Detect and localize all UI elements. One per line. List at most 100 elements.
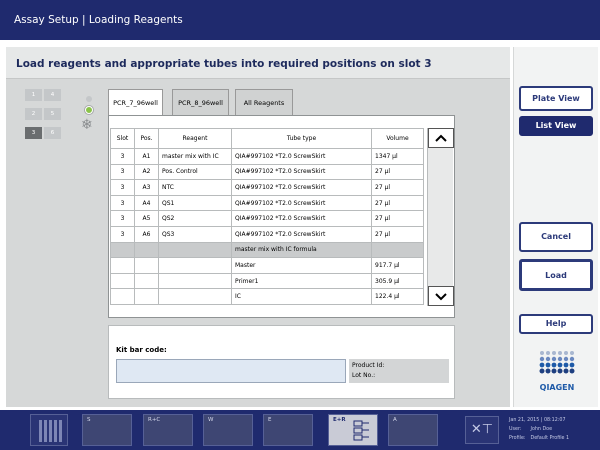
cell-tube-type: QIA#997102 *T2.0 ScrewSkirt (231, 225, 372, 243)
cell-tube-type: QIA#997102 *T2.0 ScrewSkirt (231, 163, 372, 181)
cell-reagent: QS1 (158, 194, 232, 212)
slot-tile-active[interactable]: 3 (25, 127, 42, 139)
formula-volume: 305.9 µl (371, 272, 424, 290)
cell-reagent: master mix with IC (158, 148, 232, 165)
qiagen-dots-icon (539, 351, 575, 374)
cell-pos: A6 (134, 225, 159, 243)
page-heading: Load reagents and appropriate tubes into… (6, 47, 510, 79)
drawer-slot-s[interactable]: S (82, 414, 132, 446)
cell-reagent: NTC (158, 179, 232, 196)
cell-slot: 3 (110, 179, 135, 196)
tab-all-reagents[interactable]: All Reagents (235, 89, 293, 115)
cell-pos: A3 (134, 179, 159, 196)
plate-view-button[interactable]: Plate View (519, 86, 593, 111)
load-button[interactable]: Load (519, 259, 593, 291)
cell-pos: A5 (134, 210, 159, 227)
cell-tube-type: QIA#997102 *T2.0 ScrewSkirt (231, 179, 372, 196)
table-row[interactable]: 3 A2 Pos. Control QIA#997102 *T2.0 Screw… (110, 163, 424, 181)
cell-volume: 27 µl (371, 225, 424, 243)
cell-volume: 27 µl (371, 194, 424, 212)
formula-row: Master 917.7 µl (110, 257, 424, 274)
qiagen-logo: QIAGEN (534, 349, 580, 392)
reagent-table: Slot Pos. Reagent Tube type Volume 3 A1 … (110, 128, 424, 305)
table-row[interactable]: 3 A1 master mix with IC QIA#997102 *T2.0… (110, 148, 424, 165)
drawer-slot-e-r-label: E+R (333, 417, 346, 423)
snowflake-icon: ❄ (81, 117, 93, 133)
chevron-down-icon (435, 293, 447, 301)
table-scrollbar[interactable] (427, 128, 454, 306)
scroll-down-button[interactable] (428, 286, 454, 306)
scroll-up-button[interactable] (428, 128, 454, 148)
slot-tile[interactable]: 1 (25, 89, 42, 101)
column-header-reagent: Reagent (158, 128, 232, 149)
slot-tile[interactable]: 5 (44, 108, 61, 120)
help-button[interactable]: Help (519, 314, 593, 334)
kit-barcode-input[interactable] (116, 359, 346, 383)
cell-reagent: Pos. Control (158, 163, 232, 181)
slot-tile[interactable]: 4 (44, 89, 61, 101)
formula-volume: 122.4 µl (371, 288, 424, 305)
column-header-tube-type: Tube type (231, 128, 372, 149)
cell-reagent: QS3 (158, 225, 232, 243)
window-title: Assay Setup | Loading Reagents (14, 14, 183, 26)
drawer-slot-e[interactable]: E (263, 414, 313, 446)
formula-row: IC 122.4 µl (110, 288, 424, 305)
cell-pos: A2 (134, 163, 159, 181)
reagent-table-panel: Slot Pos. Reagent Tube type Volume 3 A1 … (108, 115, 455, 318)
menu-icon[interactable] (30, 414, 68, 446)
table-row[interactable]: 3 A6 QS3 QIA#997102 *T2.0 ScrewSkirt 27 … (110, 225, 424, 243)
cell-pos: A4 (134, 194, 159, 212)
status-info: Jan 21, 2015 | 08:12:07 User: John Doe P… (509, 416, 569, 443)
tab-pcr-8-96well[interactable]: PCR_8_96well (172, 89, 229, 115)
slot-tile[interactable]: 6 (44, 127, 61, 139)
list-view-button[interactable]: List View (519, 116, 593, 136)
cell-volume: 27 µl (371, 163, 424, 181)
title-bar: Assay Setup | Loading Reagents (0, 0, 600, 40)
bottom-status-bar: S R+C W E E+R A ✕⊤ Jan 21, 2015 | 08:12:… (0, 410, 600, 450)
table-row[interactable]: 3 A5 QS2 QIA#997102 *T2.0 ScrewSkirt 27 … (110, 210, 424, 227)
cell-slot: 3 (110, 163, 135, 181)
tools-icon: ✕⊤ (470, 422, 494, 437)
cell-tube-type: QIA#997102 *T2.0 ScrewSkirt (231, 148, 372, 165)
rack-icon (353, 420, 369, 441)
formula-header: master mix with IC formula (231, 241, 372, 259)
status-profile-line: Profile: Default Profile 1 (509, 436, 570, 441)
formula-component: IC (231, 288, 372, 305)
product-info-box: Product Id: Lot No.: (349, 359, 449, 383)
status-user-line: User: John Doe (509, 427, 553, 432)
slot-tile[interactable]: 2 (25, 108, 42, 120)
drawer-slot-r-c[interactable]: R+C (143, 414, 193, 446)
kit-barcode-panel: Kit bar code: Product Id: Lot No.: (108, 325, 455, 399)
kit-barcode-label: Kit bar code: (116, 346, 167, 354)
lot-no-label: Lot No.: (352, 372, 376, 379)
table-row[interactable]: 3 A4 QS1 QIA#997102 *T2.0 ScrewSkirt 27 … (110, 194, 424, 212)
formula-component: Master (231, 257, 372, 274)
column-header-volume: Volume (371, 128, 424, 149)
status-date: Jan 21, 2015 | 08:12:07 (509, 418, 566, 423)
chevron-up-icon (435, 134, 447, 142)
product-id-label: Product Id: (352, 362, 385, 369)
cell-slot: 3 (110, 148, 135, 165)
cell-pos: A1 (134, 148, 159, 165)
status-dot-green (85, 106, 93, 114)
formula-row: Primer1 305.9 µl (110, 272, 424, 290)
tab-pcr-7-96well[interactable]: PCR_7_96well (108, 89, 163, 115)
drawer-slot-a[interactable]: A (388, 414, 438, 446)
column-header-slot: Slot (110, 128, 135, 149)
cell-volume: 27 µl (371, 179, 424, 196)
formula-component: Primer1 (231, 272, 372, 290)
table-header-row: Slot Pos. Reagent Tube type Volume (110, 128, 424, 149)
cell-slot: 3 (110, 225, 135, 243)
cell-slot: 3 (110, 194, 135, 212)
table-row[interactable]: 3 A3 NTC QIA#997102 *T2.0 ScrewSkirt 27 … (110, 179, 424, 196)
cell-tube-type: QIA#997102 *T2.0 ScrewSkirt (231, 194, 372, 212)
qiagen-wordmark: QIAGEN (539, 383, 575, 392)
cell-volume: 1347 µl (371, 148, 424, 165)
cell-slot: 3 (110, 210, 135, 227)
column-header-pos: Pos. (134, 128, 159, 149)
formula-volume: 917.7 µl (371, 257, 424, 274)
tools-button[interactable]: ✕⊤ (465, 416, 499, 444)
drawer-slot-w[interactable]: W (203, 414, 253, 446)
drawer-slot-e-r[interactable]: E+R (328, 414, 378, 446)
cancel-button[interactable]: Cancel (519, 222, 593, 252)
